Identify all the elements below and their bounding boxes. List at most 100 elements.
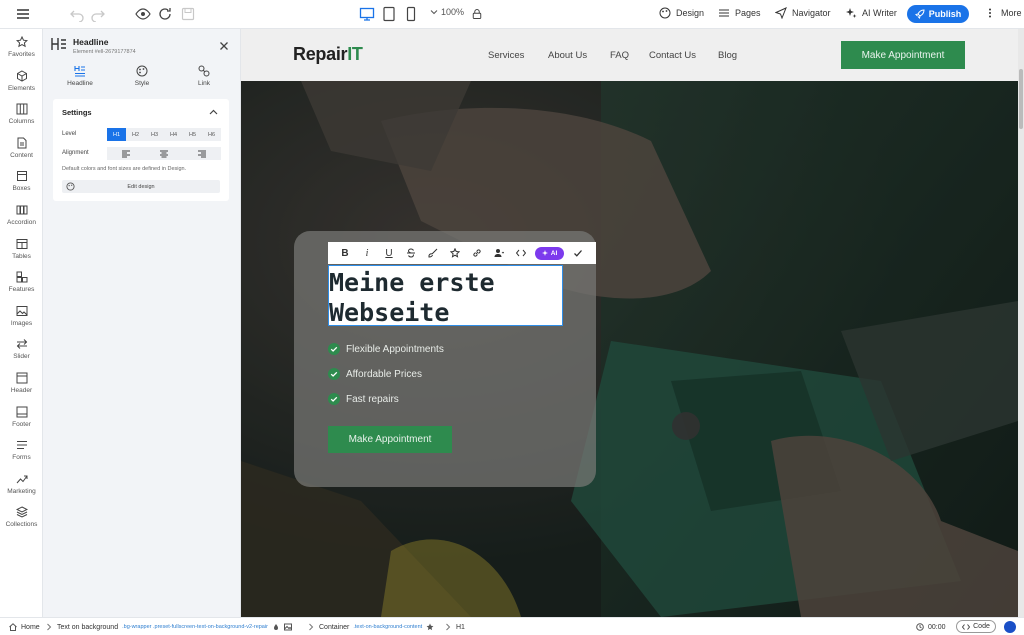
sidebar-item-favorites[interactable]: Favorites	[0, 33, 43, 65]
features-icon	[16, 271, 27, 283]
underline-button[interactable]: U	[378, 242, 400, 264]
sidebar-item-label: Content	[10, 152, 33, 159]
tab-headline[interactable]: Headline	[55, 65, 105, 87]
breadcrumb-text-on-background[interactable]: Text on background .bg-wrapper .preset-f…	[45, 623, 292, 631]
more-vertical-icon	[989, 8, 991, 18]
nav-link-about-us[interactable]: About Us	[548, 50, 587, 61]
level-h4-button[interactable]: H4	[164, 128, 183, 141]
breadcrumb-home[interactable]: Home	[9, 623, 40, 631]
sidebar-item-tables[interactable]: Tables	[0, 235, 43, 267]
list-icon	[719, 9, 729, 17]
level-h3-button[interactable]: H3	[145, 128, 164, 141]
settings-section: Settings Level H1 H2 H3 H4 H5 H6 Alignme…	[53, 99, 229, 201]
design-button[interactable]: Design	[659, 7, 704, 19]
site-logo[interactable]: RepairIT	[293, 44, 363, 65]
chevron-down-icon	[430, 10, 438, 15]
settings-title: Settings	[62, 108, 92, 117]
preview-eye-icon[interactable]	[135, 6, 151, 22]
tab-link[interactable]: Link	[179, 65, 229, 87]
strikethrough-button[interactable]	[400, 242, 422, 264]
text-format-toolbar: B i U AI	[328, 242, 596, 264]
breadcrumb-h1[interactable]: H1	[444, 623, 465, 631]
nav-link-blog[interactable]: Blog	[718, 50, 737, 61]
sidebar-item-elements[interactable]: Elements	[0, 67, 43, 99]
align-right-button[interactable]	[183, 147, 221, 160]
nav-link-services[interactable]: Services	[488, 50, 524, 61]
insert-link-button[interactable]	[466, 242, 488, 264]
pages-button[interactable]: Pages	[718, 7, 761, 19]
session-timer: 00:00	[916, 623, 946, 631]
lock-icon[interactable]	[471, 8, 483, 20]
redo-icon[interactable]	[90, 6, 106, 22]
align-center-icon	[160, 150, 168, 157]
header-appointment-button[interactable]: Make Appointment	[841, 41, 965, 69]
hero-appointment-button[interactable]: Make Appointment	[328, 426, 452, 453]
save-icon[interactable]	[180, 6, 196, 22]
code-view-button[interactable]: Code	[956, 620, 996, 633]
undo-icon[interactable]	[69, 6, 85, 22]
publish-button[interactable]: Publish	[907, 5, 969, 23]
sidebar-item-slider[interactable]: Slider	[0, 335, 43, 367]
sidebar-item-features[interactable]: Features	[0, 268, 43, 300]
tab-style[interactable]: Style	[117, 65, 167, 87]
align-center-button[interactable]	[145, 147, 183, 160]
sidebar-item-label: Boxes	[12, 185, 31, 192]
sidebar-item-forms[interactable]: Forms	[0, 436, 43, 468]
chevron-up-icon[interactable]	[209, 108, 218, 117]
sidebar-item-footer[interactable]: Footer	[0, 403, 43, 435]
refresh-icon[interactable]	[157, 6, 173, 22]
headline-editor[interactable]: Meine erste Webseite	[328, 265, 563, 328]
italic-button[interactable]: i	[356, 242, 378, 264]
color-brush-button[interactable]	[422, 242, 444, 264]
site-header[interactable]: RepairIT Services About Us FAQ Contact U…	[241, 29, 1018, 81]
tablet-view-icon[interactable]	[381, 6, 397, 22]
level-h5-button[interactable]: H5	[183, 128, 202, 141]
nav-link-faq[interactable]: FAQ	[610, 50, 629, 61]
desktop-view-icon[interactable]	[359, 6, 375, 22]
help-shield-icon[interactable]	[1004, 621, 1016, 633]
edit-design-button[interactable]: Edit design	[62, 180, 220, 193]
ai-assist-button[interactable]: AI	[535, 246, 564, 260]
zoom-control[interactable]: 100%	[430, 7, 464, 17]
sidebar-item-columns[interactable]: Columns	[0, 100, 43, 132]
more-button[interactable]: More	[984, 7, 1022, 19]
nav-link-contact-us[interactable]: Contact Us	[649, 50, 696, 61]
sidebar-item-label: Slider	[13, 353, 30, 360]
sidebar-item-collections[interactable]: Collections	[0, 503, 43, 535]
align-left-button[interactable]	[107, 147, 145, 160]
favorite-style-button[interactable]	[444, 242, 466, 264]
hero-headline-line-1[interactable]: Meine erste	[329, 268, 562, 298]
sidebar-item-images[interactable]: Images	[0, 302, 43, 334]
hero-headline-line-2[interactable]: Webseite	[329, 298, 562, 328]
scrollbar-thumb[interactable]	[1019, 69, 1023, 129]
navigator-button[interactable]: Navigator	[775, 7, 831, 19]
sidebar-item-content[interactable]: Content	[0, 134, 43, 166]
level-h2-button[interactable]: H2	[126, 128, 145, 141]
feature-item: Fast repairs	[328, 393, 399, 405]
sidebar-item-boxes[interactable]: Boxes	[0, 167, 43, 199]
bold-button[interactable]: B	[334, 242, 356, 264]
breadcrumb-home-label: Home	[21, 623, 40, 631]
forms-icon	[16, 441, 27, 449]
breadcrumb-container[interactable]: Container .text-on-background-content	[307, 623, 434, 631]
confirm-button[interactable]	[567, 242, 589, 264]
sidebar-item-marketing[interactable]: Marketing	[0, 470, 43, 502]
check-circle-icon	[328, 368, 340, 380]
mobile-view-icon[interactable]	[403, 6, 419, 22]
alignment-selector	[107, 147, 221, 160]
layers-icon	[15, 506, 28, 518]
person-icon	[494, 249, 504, 257]
columns-icon	[16, 103, 27, 115]
alignment-label: Alignment	[62, 150, 89, 156]
breadcrumb: Home Text on background .bg-wrapper .pre…	[0, 617, 1024, 635]
level-h1-button[interactable]: H1	[107, 128, 126, 141]
menu-icon[interactable]	[15, 6, 31, 22]
person-placeholder-button[interactable]	[488, 242, 510, 264]
sidebar-item-header[interactable]: Header	[0, 369, 43, 401]
sidebar-item-accordion[interactable]: Accordion	[0, 201, 43, 233]
canvas-scrollbar[interactable]	[1018, 29, 1024, 617]
code-button[interactable]	[510, 242, 532, 264]
ai-writer-button[interactable]: AI Writer	[845, 7, 897, 19]
close-icon[interactable]	[219, 41, 229, 51]
level-h6-button[interactable]: H6	[202, 128, 221, 141]
